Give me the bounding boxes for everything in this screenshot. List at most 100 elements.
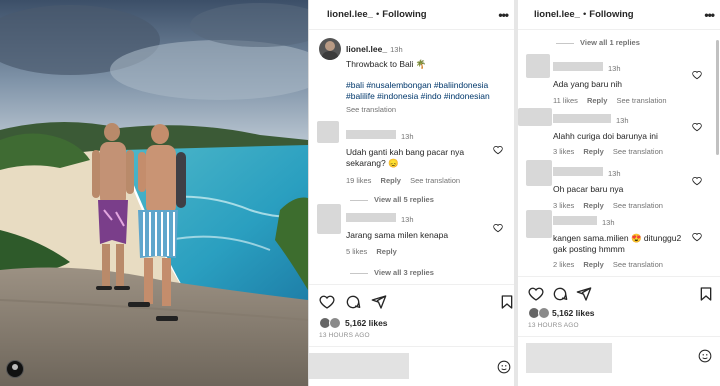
- comment-time: 13h: [608, 169, 621, 178]
- photo-owner-avatar[interactable]: [6, 360, 24, 378]
- comment-likes[interactable]: 5 likes: [346, 247, 367, 256]
- comment-time: 13h: [401, 132, 414, 141]
- like-comment-heart-icon[interactable]: [692, 122, 702, 132]
- header-username[interactable]: lionel.lee_: [534, 9, 580, 20]
- post-photo[interactable]: [0, 0, 308, 386]
- comment-item: 13h Alahh curiga doi barunya ini 3 likes…: [553, 110, 703, 156]
- comment-text: kangen sama.milien 😍 ditunggu2: [553, 233, 682, 243]
- comment-text: Alahh curiga doi barunya ini: [553, 131, 658, 141]
- caption-text: Throwback to Bali 🌴: [346, 59, 427, 69]
- comment-text: Ada yang baru nih: [553, 79, 622, 89]
- caption-time: 13h: [390, 45, 403, 54]
- blurred-username: [346, 213, 396, 223]
- blurred-username: [553, 167, 603, 177]
- comment-text-cont: sekarang? 😞: [346, 158, 399, 168]
- comment-avatar[interactable]: [526, 210, 552, 238]
- caption-hashtags-1[interactable]: #bali #nusalembongan #baliindonesia: [346, 80, 511, 91]
- following-button[interactable]: Following: [382, 9, 426, 20]
- caption-avatar[interactable]: [319, 38, 341, 60]
- comment-avatar[interactable]: [526, 54, 550, 78]
- comment-reply-button[interactable]: Reply: [583, 260, 603, 269]
- comment-avatar[interactable]: [317, 121, 339, 143]
- more-options-icon[interactable]: •••: [704, 8, 715, 22]
- post-detail-panel-scrolled: lionel.lee_ • Following ••• View all 1 r…: [514, 0, 720, 386]
- comment-see-translation[interactable]: See translation: [617, 96, 667, 105]
- post-time-ago: 13 HOURS AGO: [319, 332, 370, 339]
- caption-block: lionel.lee_ 13h Throwback to Bali 🌴 #bali…: [346, 39, 511, 114]
- comment-reply-button[interactable]: Reply: [583, 201, 603, 210]
- caption-hashtags-2[interactable]: #balilife #indonesia #indo #indonesian: [346, 91, 511, 102]
- like-comment-heart-icon[interactable]: [493, 145, 503, 155]
- likes-count[interactable]: 5,162 likes: [345, 318, 388, 328]
- heart-icon[interactable]: [319, 294, 335, 310]
- comment-time: 13h: [616, 116, 629, 125]
- liked-by-avatars[interactable]: [319, 317, 345, 329]
- comment-see-translation[interactable]: See translation: [613, 147, 663, 156]
- add-comment-bar[interactable]: [518, 336, 720, 386]
- bookmark-icon[interactable]: [499, 294, 514, 310]
- comment-text-cont: gak posting hmmm: [553, 244, 625, 254]
- blurred-comment-input: [309, 353, 409, 379]
- bookmark-icon[interactable]: [698, 286, 714, 302]
- comment-avatar[interactable]: [518, 108, 552, 126]
- comment-avatar[interactable]: [526, 160, 552, 186]
- post-actions-bar: 5,162 likes 13 HOURS AGO: [518, 276, 720, 336]
- comment-likes[interactable]: 3 likes: [553, 201, 574, 210]
- share-icon[interactable]: [576, 286, 592, 302]
- emoji-icon[interactable]: [698, 349, 712, 363]
- comment-reply-button[interactable]: Reply: [583, 147, 603, 156]
- heart-icon[interactable]: [528, 286, 544, 302]
- likes-count[interactable]: 5,162 likes: [552, 308, 595, 318]
- comment-see-translation[interactable]: See translation: [613, 201, 663, 210]
- comment-reply-button[interactable]: Reply: [376, 247, 396, 256]
- post-actions-bar: 5,162 likes 13 HOURS AGO: [309, 284, 514, 346]
- liked-by-avatars[interactable]: [528, 307, 554, 319]
- comment-reply-button[interactable]: Reply: [587, 96, 607, 105]
- beach-photo-image: [0, 0, 308, 386]
- comment-icon[interactable]: [345, 294, 361, 310]
- emoji-icon[interactable]: [497, 360, 511, 374]
- blurred-username: [346, 130, 396, 140]
- comment-likes[interactable]: 11 likes: [553, 96, 578, 105]
- comment-likes[interactable]: 2 likes: [553, 260, 574, 269]
- following-button[interactable]: Following: [589, 9, 633, 20]
- comment-item: 13h Udah ganti kah bang pacar nya sekara…: [346, 126, 506, 204]
- caption-see-translation[interactable]: See translation: [346, 105, 396, 114]
- comment-time: 13h: [602, 218, 615, 227]
- comment-item: 13h Oh pacar baru nya 3 likes Reply See …: [553, 163, 703, 210]
- blurred-username: [553, 216, 597, 226]
- like-comment-heart-icon[interactable]: [692, 70, 702, 80]
- blurred-username: [553, 62, 603, 72]
- comment-item: 13h kangen sama.milien 😍 ditunggu2 gak p…: [553, 212, 713, 269]
- comment-reply-button[interactable]: Reply: [381, 176, 401, 185]
- comment-text: Jarang sama milen kenapa: [346, 230, 449, 240]
- add-comment-bar[interactable]: [309, 346, 514, 386]
- comment-text: Udah ganti kah bang pacar nya: [346, 147, 465, 157]
- like-comment-heart-icon[interactable]: [692, 232, 702, 242]
- post-header: lionel.lee_ • Following •••: [309, 0, 514, 30]
- header-username[interactable]: lionel.lee_: [327, 9, 373, 20]
- share-icon[interactable]: [371, 294, 387, 310]
- like-comment-heart-icon[interactable]: [692, 176, 702, 186]
- comment-likes[interactable]: 19 likes: [346, 176, 371, 185]
- comment-likes[interactable]: 3 likes: [553, 147, 574, 156]
- view-replies-button[interactable]: View all 3 replies: [350, 268, 506, 277]
- comment-see-translation[interactable]: See translation: [613, 260, 663, 269]
- comment-icon[interactable]: [552, 286, 568, 302]
- comment-see-translation[interactable]: See translation: [410, 176, 460, 185]
- comment-text: Oh pacar baru nya: [553, 184, 624, 194]
- comment-item: 13h Ada yang baru nih 11 likes Reply See…: [553, 58, 703, 105]
- comment-avatar[interactable]: [317, 204, 341, 234]
- like-comment-heart-icon[interactable]: [493, 223, 503, 233]
- view-replies-button[interactable]: View all 1 replies: [556, 38, 640, 47]
- comment-item: 13h Jarang sama milen kenapa 5 likes Rep…: [346, 209, 506, 277]
- comment-time: 13h: [401, 215, 414, 224]
- header-separator: •: [582, 9, 587, 20]
- caption-username[interactable]: lionel.lee_: [346, 44, 387, 54]
- blurred-username: [553, 114, 611, 124]
- more-options-icon[interactable]: •••: [498, 8, 509, 22]
- view-replies-button[interactable]: View all 5 replies: [350, 195, 506, 204]
- blurred-comment-input: [526, 343, 612, 373]
- post-header: lionel.lee_ • Following •••: [518, 0, 720, 30]
- comments-scrollbar[interactable]: [716, 40, 719, 155]
